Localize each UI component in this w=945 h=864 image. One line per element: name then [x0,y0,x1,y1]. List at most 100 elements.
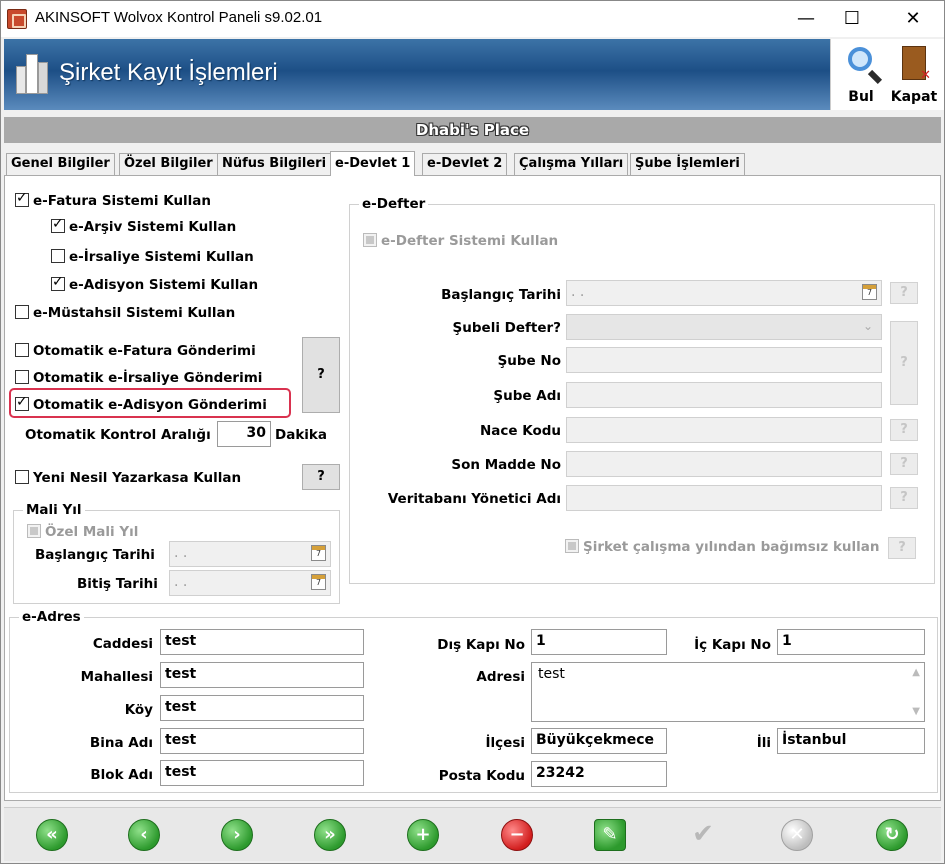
emustahsil-checkbox[interactable]: e-Müstahsil Sistemi Kullan [15,305,235,321]
mali-start-label: Başlangıç Tarihi [35,547,155,563]
ic-kapi-label: İç Kapı No [694,637,771,653]
minimize-button[interactable]: — [783,1,829,37]
earsiv-label: e-Arşiv Sistemi Kullan [69,219,237,235]
dis-kapi-input[interactable]: 1 [531,629,667,655]
mali-start-date-input[interactable]: . . 7 [169,541,331,567]
yazarkasa-label: Yeni Nesil Yazarkasa Kullan [33,470,242,486]
posta-label: Posta Kodu [438,768,525,784]
company-name-bar: Dhabi's Place [4,117,941,143]
vt-help-button[interactable]: ? [890,487,918,509]
previous-record-icon[interactable]: ‹ [128,819,160,851]
calendar-icon[interactable]: 7 [311,545,326,561]
scroll-up-icon[interactable]: ▲ [912,667,920,678]
il-input[interactable]: İstanbul [777,728,925,754]
calendar-icon[interactable]: 7 [862,284,877,300]
edefter-start-help-button[interactable]: ? [890,282,918,304]
ilce-input[interactable]: Büyükçekmece [531,728,667,754]
close-form-button[interactable]: Kapat [889,41,939,107]
posta-input[interactable]: 23242 [531,761,667,787]
magnifier-icon [848,47,872,71]
scroll-down-icon[interactable]: ▼ [912,706,920,717]
independent-checkbox[interactable]: Şirket çalışma yılından bağımsız kullan [565,539,880,555]
sube-no-label: Şube No [497,353,561,369]
earsiv-checkbox[interactable]: e-Arşiv Sistemi Kullan [51,216,237,235]
toolbar: Bul Kapat [830,39,944,110]
checkbox-disabled-icon [363,233,377,247]
koy-label: Köy [124,702,153,718]
edefter-use-checkbox[interactable]: e-Defter Sistemi Kullan [363,233,558,249]
last-record-icon[interactable]: » [314,819,346,851]
nace-help-button[interactable]: ? [890,419,918,441]
interval-input[interactable]: 30 [217,421,271,447]
mali-end-label: Bitiş Tarihi [77,576,158,592]
calendar-icon[interactable]: 7 [311,574,326,590]
checkbox-unchecked-icon [15,470,29,484]
eadisyon-checkbox[interactable]: e-Adisyon Sistemi Kullan [51,274,259,293]
oto-eadisyon-checkbox[interactable]: Otomatik e-Adisyon Gönderimi [15,394,267,413]
tab-sube-islemleri[interactable]: Şube İşlemleri [630,153,745,175]
mahalle-input[interactable]: test [160,662,364,688]
dis-kapi-label: Dış Kapı No [437,637,525,653]
auto-send-help-button[interactable]: ? [302,337,340,413]
eadisyon-label: e-Adisyon Sistemi Kullan [69,277,259,293]
tab-ozel-bilgiler[interactable]: Özel Bilgiler [119,153,218,175]
bina-input[interactable]: test [160,728,364,754]
efatura-checkbox[interactable]: e-Fatura Sistemi Kullan [15,190,211,209]
save-icon[interactable]: ✔ [687,819,719,851]
record-navigation-bar: « ‹ › » + − ✎ ✔ ✕ ↻ [4,807,941,861]
eadres-title: e-Adres [19,609,84,625]
close-window-button[interactable]: ✕ [890,1,936,37]
refresh-icon[interactable]: ↻ [876,819,908,851]
add-icon[interactable]: + [407,819,439,851]
ozel-mali-yil-checkbox[interactable]: Özel Mali Yıl [27,524,138,540]
oto-eadisyon-label: Otomatik e-Adisyon Gönderimi [33,397,267,413]
delete-icon[interactable]: − [501,819,533,851]
independent-help-button[interactable]: ? [888,537,916,559]
blok-input[interactable]: test [160,760,364,786]
oto-efatura-checkbox[interactable]: Otomatik e-Fatura Gönderimi [15,343,256,359]
tab-genel-bilgiler[interactable]: Genel Bilgiler [6,153,115,175]
maximize-button[interactable]: ☐ [829,1,875,37]
edefter-start-label: Başlangıç Tarihi [441,287,561,303]
edefter-use-label: e-Defter Sistemi Kullan [381,233,559,249]
sube-adi-input[interactable] [566,382,882,408]
son-madde-help-button[interactable]: ? [890,453,918,475]
edit-icon[interactable]: ✎ [594,819,626,851]
adres-textarea[interactable]: test ▲ ▼ [531,662,925,722]
yazarkasa-help-button[interactable]: ? [302,464,340,490]
mali-end-value: . . [174,574,188,590]
find-label: Bul [848,89,874,105]
close-label: Kapat [890,89,938,105]
find-button[interactable]: Bul [836,41,886,107]
koy-input[interactable]: test [160,695,364,721]
cadde-input[interactable]: test [160,629,364,655]
edefter-start-date-input[interactable]: . . 7 [566,280,882,306]
yazarkasa-checkbox[interactable]: Yeni Nesil Yazarkasa Kullan [15,470,241,486]
oto-eirsaliye-checkbox[interactable]: Otomatik e-İrsaliye Gönderimi [15,370,262,386]
sube-help-button[interactable]: ? [890,321,918,405]
header-banner: Şirket Kayıt İşlemleri [4,39,830,110]
mali-end-date-input[interactable]: . . 7 [169,570,331,596]
eirsaliye-checkbox[interactable]: e-İrsaliye Sistemi Kullan [51,249,254,265]
son-madde-input[interactable] [566,451,882,477]
checkbox-checked-icon [15,394,29,411]
exit-door-icon [902,46,931,83]
interval-label: Otomatik Kontrol Aralığı [25,427,211,443]
next-record-icon[interactable]: › [221,819,253,851]
blok-label: Blok Adı [90,767,153,783]
sube-no-input[interactable] [566,347,882,373]
first-record-icon[interactable]: « [36,819,68,851]
vt-label: Veritabanı Yönetici Adı [387,491,561,507]
ic-kapi-input[interactable]: 1 [777,629,925,655]
subeli-dropdown[interactable]: ⌄ [566,314,882,340]
tab-e-devlet-1[interactable]: e-Devlet 1 [330,151,416,176]
vt-input[interactable] [566,485,882,511]
checkbox-unchecked-icon [15,305,29,319]
app-icon [7,9,27,29]
tab-nufus-bilgileri[interactable]: Nüfus Bilgileri [217,153,332,175]
tab-e-devlet-2[interactable]: e-Devlet 2 [422,153,508,175]
buildings-icon [16,54,48,94]
cancel-icon[interactable]: ✕ [781,819,813,851]
nace-input[interactable] [566,417,882,443]
tab-calisma-yillari[interactable]: Çalışma Yılları [514,153,629,175]
